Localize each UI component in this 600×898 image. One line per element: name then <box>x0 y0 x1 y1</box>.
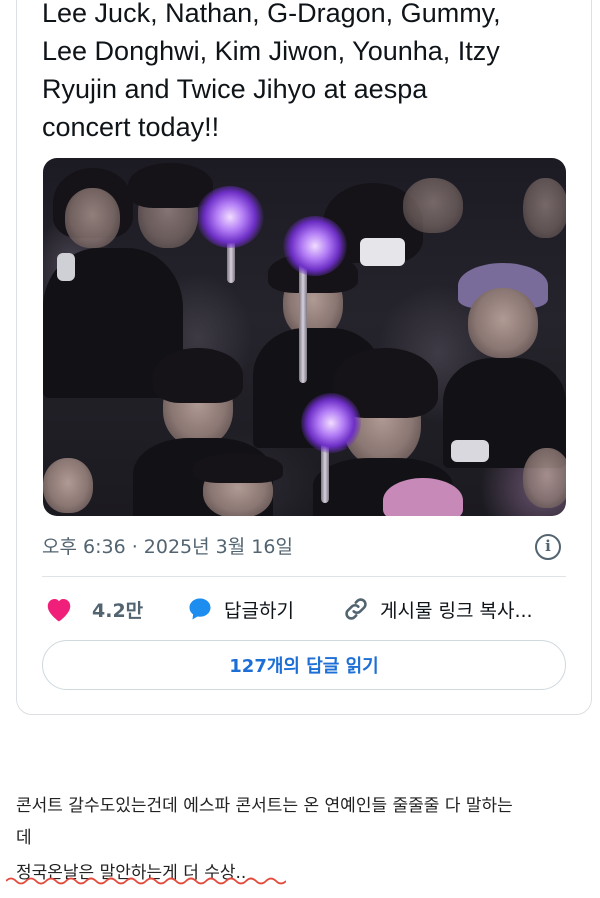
heart-icon <box>47 599 71 622</box>
reply-bubble-icon <box>189 598 211 620</box>
link-icon <box>345 598 367 620</box>
tweet-timestamp: 오후 6:36 · 2025년 3월 16일 <box>42 536 293 558</box>
tweet-text: Lee Juck, Nathan, G-Dragon, Gummy, Lee D… <box>42 0 501 142</box>
comment-line: 데 <box>16 828 32 848</box>
crowd-person-cap <box>383 478 463 516</box>
phone-screen <box>360 238 405 266</box>
reply-action-label: 답글하기 <box>224 599 294 622</box>
lightstick-glow-icon <box>301 393 361 453</box>
read-replies-button[interactable]: 127개의 답글 읽기 <box>42 640 566 690</box>
like-button[interactable]: 4.2만 <box>44 595 143 623</box>
comment-line: 콘서트 갈수도있는건데 에스파 콘서트는 온 연예인들 줄줄줄 다 말하는 <box>16 796 513 816</box>
crowd-person-hair <box>153 348 243 403</box>
crowd-person-face <box>468 288 538 358</box>
phone-screen <box>451 440 489 462</box>
like-count: 4.2만 <box>92 599 144 622</box>
crowd-person-face <box>523 448 566 508</box>
lightstick-glow-icon <box>283 216 347 276</box>
copy-link-button[interactable]: 게시물 링크 복사... <box>342 595 533 623</box>
crowd-person-face <box>65 188 120 248</box>
lightstick-handle <box>299 263 307 383</box>
tweet-photo[interactable] <box>43 158 566 516</box>
lightstick-glow-icon <box>196 186 264 248</box>
crowd-person-face <box>403 178 463 233</box>
crowd-person-face <box>523 178 566 238</box>
phone-screen <box>57 253 75 281</box>
red-squiggle-underline <box>6 877 286 885</box>
crowd-person-face <box>43 458 93 513</box>
crowd-person-hair <box>193 453 283 483</box>
reply-action-button[interactable]: 답글하기 <box>186 595 294 623</box>
divider <box>42 576 566 577</box>
info-icon[interactable]: i <box>535 534 561 560</box>
copy-link-label: 게시물 링크 복사... <box>380 599 533 622</box>
